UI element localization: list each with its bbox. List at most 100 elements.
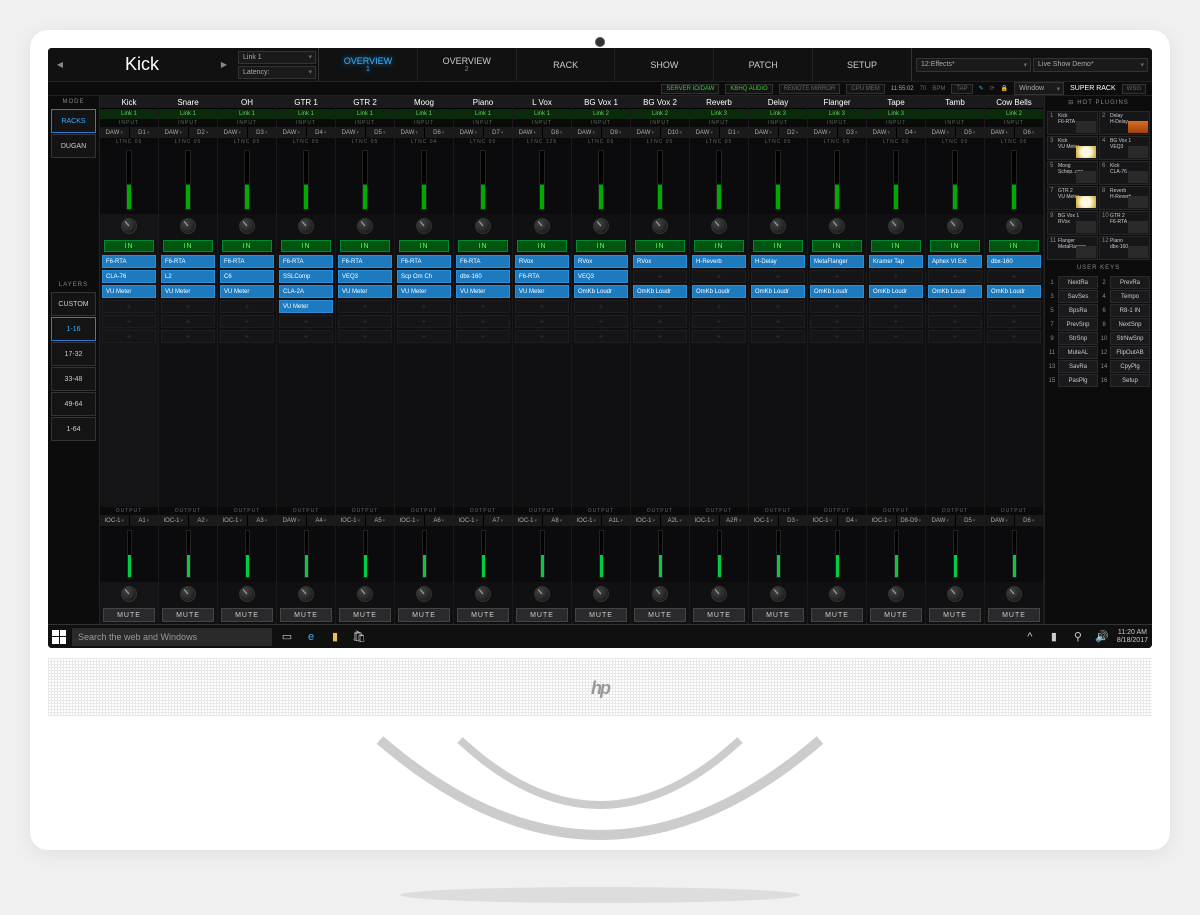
channel-link[interactable]: Link 1 — [395, 109, 453, 119]
channel-oh[interactable]: OHLink 1INPUTDAWD3LTNC 05INF6-RTAC6VU Me… — [218, 96, 277, 624]
plugin-slot[interactable]: OmKb Loudr — [987, 285, 1041, 298]
output-gain-knob[interactable] — [416, 586, 432, 602]
output-route[interactable]: IOC-1A2 — [159, 515, 217, 526]
plugin-slot-empty[interactable]: + — [338, 330, 392, 343]
input-route[interactable]: DAWD4 — [867, 127, 925, 138]
output-route[interactable]: DAWD5 — [926, 515, 984, 526]
input-route[interactable]: DAWD7 — [454, 127, 512, 138]
plugin-slot-empty[interactable]: + — [987, 270, 1041, 283]
input-gain-knob[interactable] — [121, 218, 137, 234]
plugin-slot-empty[interactable]: + — [456, 315, 510, 328]
store-icon[interactable]: 🛍 — [350, 628, 368, 646]
user-key-6[interactable]: R8-1 IN — [1110, 304, 1150, 317]
channel-link[interactable]: Link 2 — [631, 109, 689, 119]
in-button[interactable]: IN — [694, 240, 744, 252]
plugin-slot[interactable]: dbx-160 — [456, 270, 510, 283]
in-button[interactable]: IN — [989, 240, 1039, 252]
output-gain-knob[interactable] — [652, 586, 668, 602]
plugin-slot[interactable]: VU Meter — [456, 285, 510, 298]
plugin-slot[interactable]: CLA-76 — [102, 270, 156, 283]
output-gain-knob[interactable] — [711, 586, 727, 602]
hot-plugin-7[interactable]: 7GTR 2VU Meter — [1047, 186, 1098, 210]
user-key-3[interactable]: SavSes — [1058, 290, 1098, 303]
plugin-slot-empty[interactable]: + — [869, 330, 923, 343]
plugin-slot[interactable]: VU Meter — [102, 285, 156, 298]
selected-channel-title[interactable]: Kick — [72, 48, 212, 81]
output-route[interactable]: IOC-1A3 — [218, 515, 276, 526]
user-key-5[interactable]: BpsRa — [1058, 304, 1098, 317]
channel-link[interactable]: Link 1 — [100, 109, 158, 119]
plugin-slot-empty[interactable]: + — [810, 270, 864, 283]
edit-tool-icon[interactable]: ✎ — [979, 85, 984, 92]
channel-name[interactable]: Tamb — [926, 96, 984, 109]
plugin-slot[interactable]: OmKb Loudr — [928, 285, 982, 298]
user-key-13[interactable]: SavRa — [1058, 360, 1098, 373]
channel-name[interactable]: Kick — [100, 96, 158, 109]
output-route[interactable]: IOC-1A8 — [513, 515, 571, 526]
start-button[interactable] — [52, 630, 66, 644]
prev-channel-arrow[interactable]: ◀ — [48, 48, 72, 81]
in-button[interactable]: IN — [930, 240, 980, 252]
user-key-11[interactable]: MuteAL — [1058, 346, 1098, 359]
plugin-slot-empty[interactable]: + — [987, 330, 1041, 343]
plugin-slot[interactable]: Aphex VI Ext — [928, 255, 982, 268]
plugin-slot[interactable]: VU Meter — [279, 300, 333, 313]
plugin-slot[interactable]: C6 — [220, 270, 274, 283]
channel-link[interactable]: Link 1 — [218, 109, 276, 119]
output-gain-knob[interactable] — [593, 586, 609, 602]
plugin-slot-empty[interactable]: + — [515, 300, 569, 313]
channel-cow-bells[interactable]: Cow BellsLink 2INPUTDAWD6LTNC 05INdbx-16… — [985, 96, 1044, 624]
in-button[interactable]: IN — [635, 240, 685, 252]
channel-name[interactable]: BG Vox 2 — [631, 96, 689, 109]
channel-delay[interactable]: DelayLink 3INPUTDAWD2LTNC 05INH-Delay+Om… — [749, 96, 808, 624]
output-route[interactable]: IOC-1D3 — [749, 515, 807, 526]
plugin-slot-empty[interactable]: + — [869, 300, 923, 313]
nav-patch[interactable]: PATCH — [714, 48, 813, 81]
mute-button[interactable]: MUTE — [516, 608, 568, 622]
channel-gtr-1[interactable]: GTR 1Link 1INPUTDAWD4LTNC 05INF6-RTASSLC… — [277, 96, 336, 624]
input-gain-knob[interactable] — [947, 218, 963, 234]
plugin-slot-empty[interactable]: + — [220, 330, 274, 343]
input-gain-knob[interactable] — [711, 218, 727, 234]
channel-link[interactable]: Link 3 — [749, 109, 807, 119]
channel-link[interactable]: Link 1 — [513, 109, 571, 119]
plugin-slot[interactable]: OmKb Loudr — [869, 285, 923, 298]
mute-button[interactable]: MUTE — [398, 608, 450, 622]
plugin-slot-empty[interactable]: + — [397, 315, 451, 328]
layer-1-16[interactable]: 1-16 — [51, 317, 96, 341]
channel-kick[interactable]: KickLink 1INPUTDAWD1LTNC 05INF6-RTACLA-7… — [100, 96, 159, 624]
in-button[interactable]: IN — [458, 240, 508, 252]
output-route[interactable]: DAWD6 — [985, 515, 1043, 526]
file-explorer-icon[interactable]: ▮ — [326, 628, 344, 646]
mute-button[interactable]: MUTE — [103, 608, 155, 622]
mute-button[interactable]: MUTE — [634, 608, 686, 622]
plugin-slot-empty[interactable]: + — [397, 330, 451, 343]
channel-link[interactable]: Link 1 — [159, 109, 217, 119]
channel-name[interactable]: L Vox — [513, 96, 571, 109]
mute-button[interactable]: MUTE — [575, 608, 627, 622]
user-key-7[interactable]: PrevSnp — [1058, 318, 1098, 331]
plugin-slot-empty[interactable]: + — [810, 330, 864, 343]
channel-link[interactable] — [926, 109, 984, 119]
plugin-slot[interactable]: VU Meter — [161, 285, 215, 298]
plugin-slot-empty[interactable]: + — [928, 330, 982, 343]
plugin-slot-empty[interactable]: + — [161, 300, 215, 313]
mute-button[interactable]: MUTE — [811, 608, 863, 622]
output-gain-knob[interactable] — [180, 586, 196, 602]
input-gain-knob[interactable] — [534, 218, 550, 234]
plugin-slot[interactable]: Scp Om Ch — [397, 270, 451, 283]
output-gain-knob[interactable] — [475, 586, 491, 602]
output-gain-knob[interactable] — [534, 586, 550, 602]
nav-overview-1[interactable]: OVERVIEW1 — [319, 48, 418, 81]
in-button[interactable]: IN — [517, 240, 567, 252]
output-route[interactable]: IOC-1A1L — [572, 515, 630, 526]
output-route[interactable]: IOC-1A2R — [690, 515, 748, 526]
input-route[interactable]: DAWD1 — [100, 127, 158, 138]
input-route[interactable]: DAWD8 — [513, 127, 571, 138]
edge-icon[interactable]: e — [302, 628, 320, 646]
output-gain-knob[interactable] — [770, 586, 786, 602]
input-gain-knob[interactable] — [298, 218, 314, 234]
channel-bg-vox-2[interactable]: BG Vox 2Link 2INPUTDAWD10LTNC 05INRVox+O… — [631, 96, 690, 624]
nav-rack[interactable]: RACK — [517, 48, 616, 81]
plugin-slot-empty[interactable]: + — [220, 315, 274, 328]
